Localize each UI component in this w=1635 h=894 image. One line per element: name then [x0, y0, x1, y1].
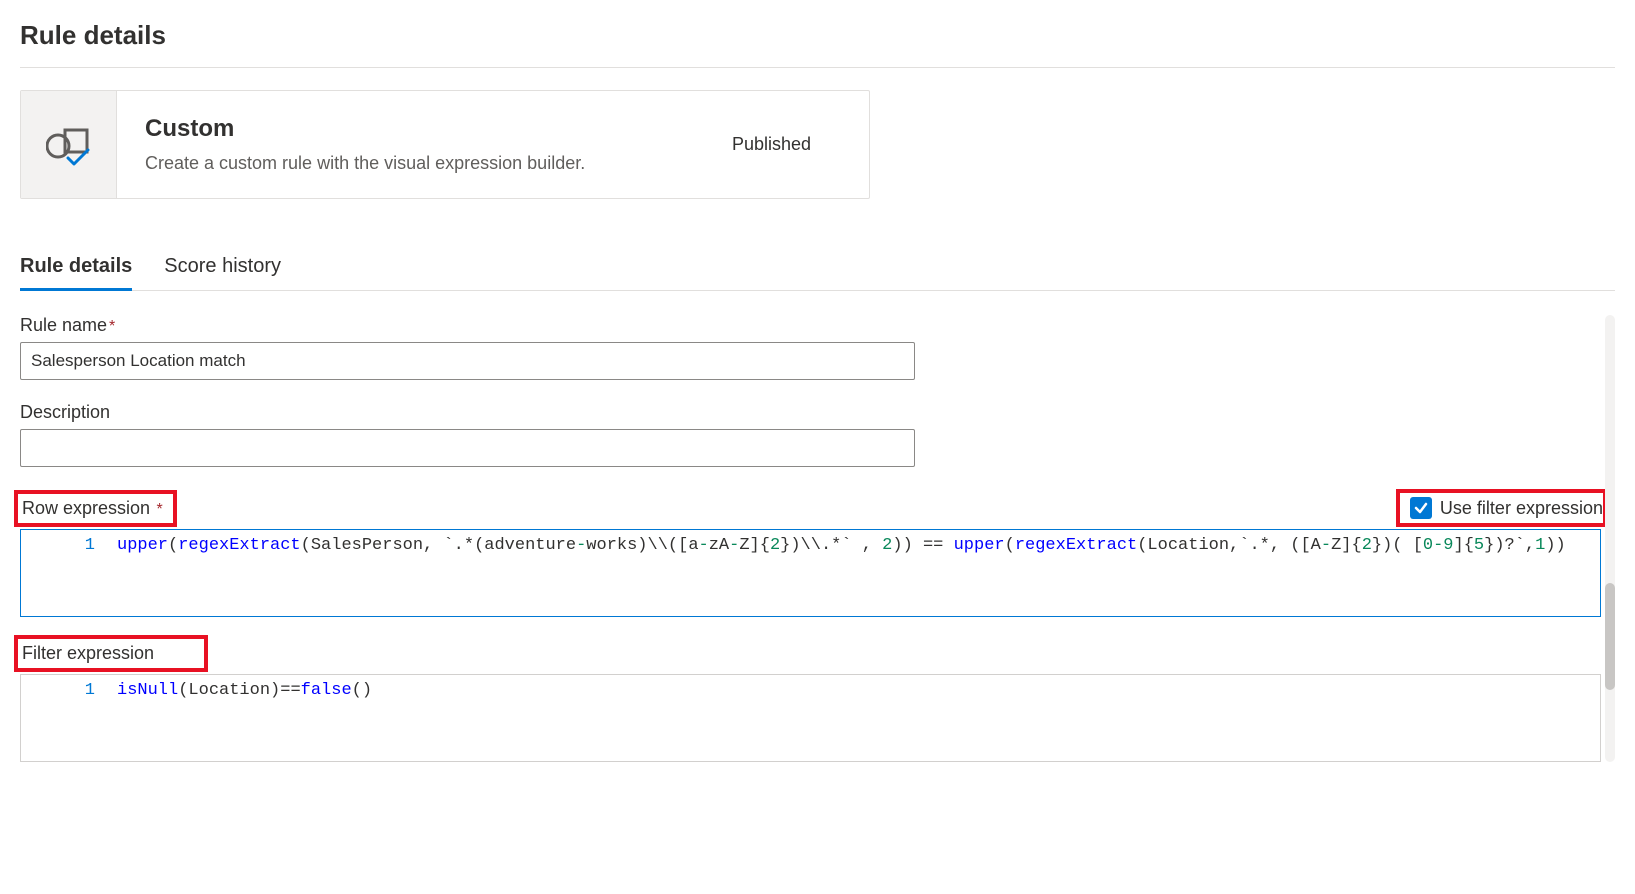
rule-name-label: Rule name: [20, 315, 107, 336]
filter-expression-label: Filter expression: [22, 643, 154, 664]
description-label: Description: [20, 402, 110, 423]
rule-name-input[interactable]: [20, 342, 915, 380]
line-number: 1: [21, 530, 117, 561]
use-filter-checkbox[interactable]: [1410, 497, 1432, 519]
line-number: 1: [21, 675, 117, 706]
filter-expression-editor[interactable]: 1 isNull(Location)==false(): [20, 674, 1601, 762]
scrollbar[interactable]: [1605, 315, 1615, 762]
row-expression-code[interactable]: upper(regexExtract(SalesPerson, `.*(adve…: [117, 530, 1574, 561]
rule-type-card: Custom Create a custom rule with the vis…: [20, 90, 870, 199]
tabs: Rule details Score history: [20, 249, 1615, 291]
card-title: Custom: [145, 115, 732, 143]
use-filter-label: Use filter expression: [1440, 498, 1603, 519]
scrollbar-thumb[interactable]: [1605, 583, 1615, 690]
row-expression-editor[interactable]: 1 upper(regexExtract(SalesPerson, `.*(ad…: [20, 529, 1601, 617]
tab-rule-details[interactable]: Rule details: [20, 249, 132, 291]
custom-rule-icon: [21, 91, 117, 198]
required-indicator: *: [152, 501, 163, 518]
description-input[interactable]: [20, 429, 915, 467]
description-field: Description: [20, 402, 1615, 467]
use-filter-highlight: Use filter expression: [1396, 489, 1607, 527]
card-description: Create a custom rule with the visual exp…: [145, 153, 732, 174]
filter-expression-code[interactable]: isNull(Location)==false(): [117, 675, 380, 706]
required-indicator: *: [109, 318, 115, 335]
page-title: Rule details: [20, 20, 1615, 68]
filter-expression-highlight: Filter expression: [14, 635, 208, 672]
tab-score-history[interactable]: Score history: [164, 249, 281, 291]
card-status: Published: [732, 134, 841, 155]
row-expression-label: Row expression: [22, 498, 150, 519]
rule-name-field: Rule name*: [20, 315, 1615, 380]
row-expression-highlight: Row expression *: [14, 490, 177, 527]
